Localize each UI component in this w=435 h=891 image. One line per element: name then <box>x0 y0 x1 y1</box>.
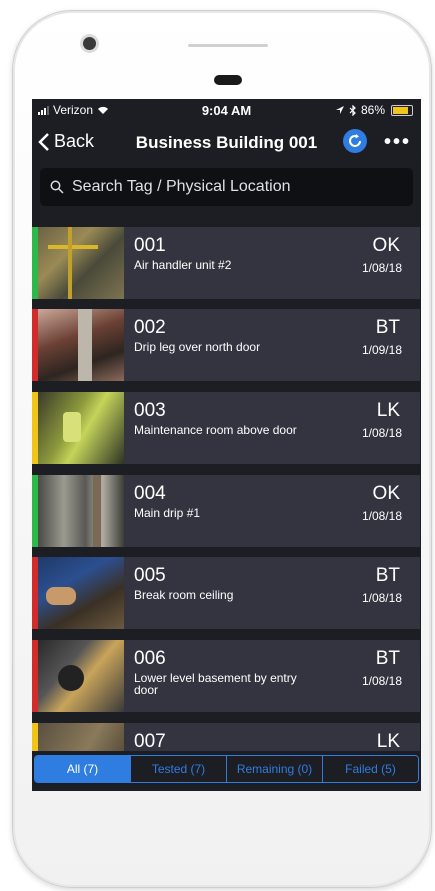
item-status-code: BT <box>375 565 400 586</box>
item-description: Break room ceiling <box>134 588 234 602</box>
item-photo <box>38 392 124 464</box>
item-photo <box>38 309 124 381</box>
search-bar[interactable] <box>40 168 413 206</box>
list-item[interactable]: 001 Air handler unit #2 OK 1/08/18 <box>32 227 420 299</box>
battery-icon <box>391 104 413 116</box>
item-status-code: OK <box>372 235 400 256</box>
list-item[interactable]: 004 Main drip #1 OK 1/08/18 <box>32 475 420 547</box>
app-screen: Verizon 9:04 AM 86% Back Business Buildi… <box>32 99 421 791</box>
item-tag: 003 <box>134 400 166 421</box>
item-date: 1/08/18 <box>361 509 402 523</box>
item-description: Lower level basement by entry door <box>134 671 297 697</box>
tab-remaining[interactable]: Remaining (0) <box>227 756 323 782</box>
item-tag: 005 <box>134 565 166 586</box>
item-photo <box>38 640 124 712</box>
item-status-code: LK <box>376 731 400 751</box>
nav-bar: Back Business Building 001 ••• <box>32 121 421 163</box>
battery-percent: 86% <box>360 103 385 117</box>
item-description: Main drip #1 <box>134 506 201 520</box>
item-tag: 001 <box>134 235 166 256</box>
item-date: 1/09/18 <box>361 343 402 357</box>
item-photo <box>38 475 124 547</box>
item-description: Drip leg over north door <box>134 340 261 354</box>
tab-tested[interactable]: Tested (7) <box>131 756 227 782</box>
list-item[interactable]: 006 Lower level basement by entry door B… <box>32 640 420 712</box>
item-date: 1/08/18 <box>361 261 402 275</box>
item-date: 1/08/18 <box>361 426 402 440</box>
item-tag: 004 <box>134 483 166 504</box>
item-photo <box>38 557 124 629</box>
location-icon <box>335 106 344 114</box>
search-input[interactable] <box>70 177 374 197</box>
item-status-code: BT <box>375 648 400 669</box>
tab-all[interactable]: All (7) <box>35 756 131 782</box>
more-options-button[interactable]: ••• <box>384 131 411 154</box>
sync-button[interactable] <box>343 129 367 153</box>
item-tag: 007 <box>134 731 166 751</box>
item-status-code: BT <box>375 317 400 338</box>
status-right: 86% <box>335 103 413 117</box>
item-date: 1/08/18 <box>361 591 402 605</box>
bluetooth-icon <box>349 104 356 116</box>
status-bar: Verizon 9:04 AM 86% <box>32 99 421 121</box>
item-status-code: OK <box>372 483 400 504</box>
camera <box>83 37 96 50</box>
item-photo <box>38 227 124 299</box>
refresh-icon <box>349 134 361 147</box>
list-item[interactable]: 007 LK <box>32 723 420 751</box>
item-description: Air handler unit #2 <box>134 258 232 272</box>
item-photo <box>38 723 124 751</box>
speaker <box>214 75 242 85</box>
item-tag: 002 <box>134 317 166 338</box>
tab-failed[interactable]: Failed (5) <box>323 756 418 782</box>
item-status-code: LK <box>376 400 400 421</box>
filter-tabs: All (7) Tested (7) Remaining (0) Failed … <box>34 755 419 783</box>
sensor-bar <box>188 44 268 47</box>
item-date: 1/08/18 <box>361 674 402 688</box>
item-tag: 006 <box>134 648 166 669</box>
tag-list[interactable]: 001 Air handler unit #2 OK 1/08/18 002 D… <box>32 227 421 751</box>
list-item[interactable]: 005 Break room ceiling BT 1/08/18 <box>32 557 420 629</box>
search-icon <box>50 180 64 194</box>
list-item[interactable]: 002 Drip leg over north door BT 1/09/18 <box>32 309 420 381</box>
list-item[interactable]: 003 Maintenance room above door LK 1/08/… <box>32 392 420 464</box>
item-description: Maintenance room above door <box>134 423 297 437</box>
